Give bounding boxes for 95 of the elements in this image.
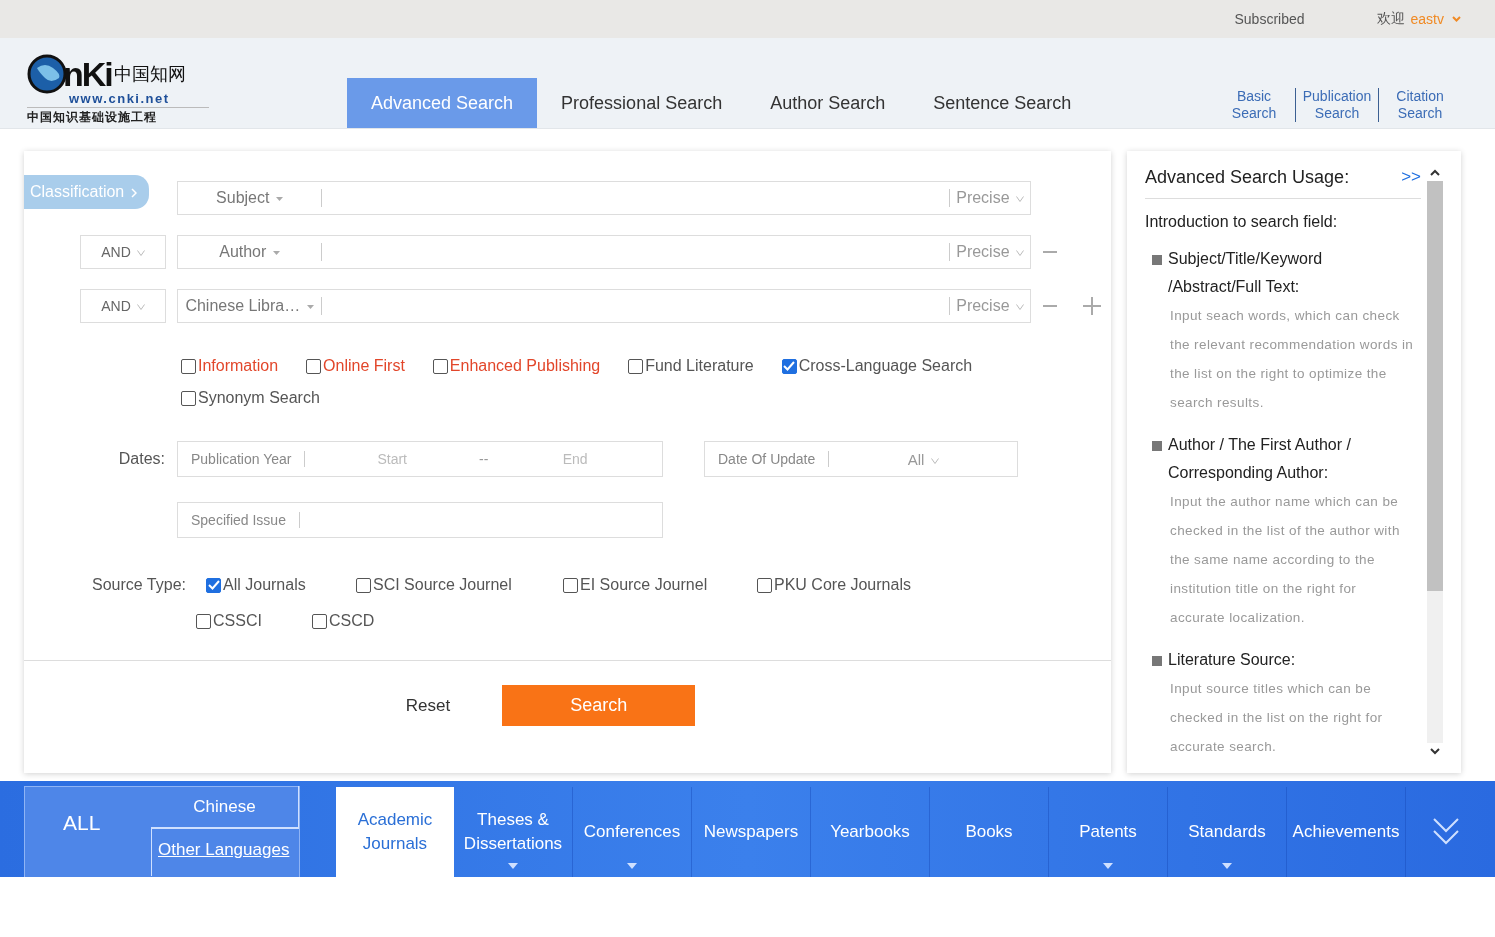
option-text: CSCD bbox=[329, 612, 375, 630]
logic-dropdown[interactable]: AND bbox=[80, 235, 166, 269]
category-tab[interactable]: Standards bbox=[1168, 787, 1287, 877]
match-dropdown[interactable]: Precise bbox=[949, 297, 1030, 315]
category-tab[interactable]: Conferences bbox=[573, 787, 692, 877]
bullet-icon bbox=[1152, 255, 1162, 265]
category-tab[interactable]: Achievements bbox=[1287, 787, 1406, 877]
caret-icon bbox=[272, 250, 280, 255]
search-field[interactable]: Subject Precise bbox=[177, 181, 1031, 215]
scroll-down-icon[interactable] bbox=[1430, 747, 1440, 755]
scrollbar[interactable] bbox=[1427, 169, 1443, 755]
category-tab[interactable]: Yearbooks bbox=[811, 787, 930, 877]
option-text: SCI Source Journel bbox=[373, 576, 512, 594]
option-text: All Journals bbox=[223, 576, 306, 594]
bullet-icon bbox=[1152, 656, 1162, 666]
checkbox[interactable] bbox=[306, 358, 322, 374]
category-tab[interactable]: Academic Journals bbox=[336, 787, 454, 877]
checkbox[interactable] bbox=[181, 358, 196, 374]
checkbox[interactable] bbox=[312, 613, 327, 629]
chevron-down-icon bbox=[136, 250, 145, 257]
chevron-right-icon bbox=[130, 187, 137, 198]
option-text: Online First bbox=[323, 357, 405, 375]
match-dropdown[interactable]: Precise bbox=[949, 189, 1030, 207]
scroll-up-icon[interactable] bbox=[1430, 169, 1440, 177]
option-text: Enhanced Publishing bbox=[449, 357, 601, 375]
section-text: Input source titles which can be checked in the list on the right for accurate search. bbox=[1169, 680, 1384, 756]
chevron-down-icon bbox=[1016, 195, 1024, 202]
search-tab[interactable]: Author Search bbox=[746, 78, 910, 128]
chevron-down-icon bbox=[1016, 303, 1024, 310]
option-text: PKU Core Journals bbox=[774, 576, 911, 594]
reset-button[interactable]: Reset bbox=[399, 694, 457, 717]
category-tab[interactable]: Newspapers bbox=[692, 787, 811, 877]
checkbox[interactable] bbox=[628, 358, 644, 374]
language-tab[interactable]: Chinese bbox=[151, 786, 299, 828]
category-tab[interactable]: Patents bbox=[1049, 787, 1168, 877]
field-label: Specified Issue bbox=[178, 512, 300, 528]
search-type-link[interactable]: Citation Search bbox=[1379, 88, 1461, 122]
category-tab[interactable]: Theses & Dissertations bbox=[454, 787, 573, 877]
search-tab[interactable]: Professional Search bbox=[537, 78, 747, 128]
logo-url: www.cnki.net bbox=[69, 92, 171, 105]
search-tab[interactable]: Advanced Search bbox=[347, 78, 538, 128]
section-text: Input the author name which can be checked in the list of the author with the same name according to the institution title on the right for accurate localization. bbox=[1169, 493, 1401, 627]
chevron-down-icon bbox=[1016, 249, 1024, 256]
all-tab[interactable]: ALL bbox=[63, 811, 101, 835]
search-field[interactable]: Chinese Libra… Precise bbox=[177, 289, 1031, 323]
subscribed-link[interactable]: Subscribed bbox=[1234, 11, 1305, 27]
search-button[interactable]: Search bbox=[502, 685, 696, 726]
option-text: Information bbox=[198, 357, 279, 375]
match-dropdown[interactable]: Precise bbox=[949, 243, 1030, 261]
checkbox[interactable] bbox=[356, 577, 371, 593]
search-field[interactable]: Author Precise bbox=[177, 235, 1031, 269]
search-tab[interactable]: Sentence Search bbox=[909, 78, 1096, 128]
intro-text: Introduction to search field: bbox=[1145, 213, 1339, 231]
field-label: Date Of Update bbox=[705, 451, 830, 467]
option-text: Cross-Language Search bbox=[798, 357, 973, 375]
bullet-icon bbox=[1152, 441, 1162, 451]
field-label: Publication Year bbox=[178, 451, 306, 467]
checkbox[interactable] bbox=[563, 577, 578, 593]
logo-tagline: 中国知识基础设施工程 bbox=[27, 107, 209, 126]
search-type-link[interactable]: Publication Search bbox=[1296, 88, 1378, 122]
section-heading: Author / The First Author / Corresponding Author: bbox=[1168, 435, 1352, 483]
range-separator: -- bbox=[479, 451, 489, 467]
section-heading: Literature Source: bbox=[1168, 650, 1296, 670]
checkbox[interactable] bbox=[757, 577, 772, 593]
dates-label: Dates: bbox=[117, 450, 166, 468]
globe-icon bbox=[27, 54, 67, 94]
checkbox[interactable] bbox=[181, 390, 196, 406]
specified-issue-field[interactable]: Specified Issue bbox=[177, 502, 663, 538]
logic-dropdown[interactable]: AND bbox=[80, 289, 166, 323]
expand-chevron-icon[interactable] bbox=[1432, 817, 1460, 847]
logo-chinese-text: 中国知网 bbox=[113, 63, 186, 86]
checkbox[interactable] bbox=[781, 358, 797, 374]
option-text: EI Source Journel bbox=[580, 576, 708, 594]
checkbox[interactable] bbox=[206, 577, 221, 593]
update-value: All bbox=[829, 450, 1017, 468]
panel-title: Advanced Search Usage: bbox=[1145, 167, 1350, 188]
collapse-link[interactable]: >> bbox=[1401, 167, 1421, 188]
source-type-label: Source Type: bbox=[91, 576, 187, 594]
checkbox[interactable] bbox=[196, 613, 211, 629]
section-heading: Subject/Title/Keyword /Abstract/Full Text: bbox=[1168, 249, 1324, 297]
checkbox[interactable] bbox=[432, 358, 448, 374]
chevron-down-icon bbox=[136, 304, 145, 311]
caret-icon bbox=[275, 196, 283, 201]
welcome-text: 欢迎 bbox=[1376, 10, 1405, 28]
caret-icon bbox=[306, 304, 314, 309]
search-type-link[interactable]: Basic Search bbox=[1213, 88, 1295, 122]
logo-wordmark: nKi bbox=[63, 57, 112, 91]
language-tab[interactable]: Other Languages bbox=[151, 828, 299, 876]
section-text: Input seach words, which can check the relevant recommendation words in the list on the right to optimize the search results. bbox=[1169, 307, 1415, 412]
option-text: Synonym Search bbox=[198, 389, 320, 407]
option-text: CSSCI bbox=[213, 612, 262, 630]
date-of-update-dropdown[interactable]: Date Of Update All bbox=[704, 441, 1018, 477]
category-tab[interactable]: Books bbox=[930, 787, 1049, 877]
option-text: Fund Literature bbox=[645, 357, 754, 375]
chevron-down-icon bbox=[930, 457, 939, 464]
